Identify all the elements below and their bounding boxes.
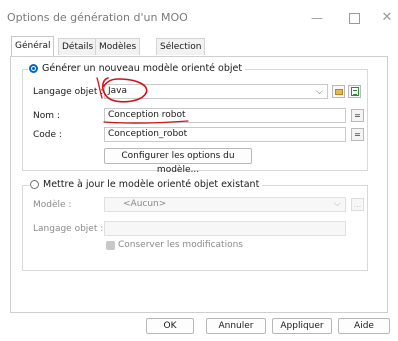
name-label: Nom : <box>33 111 60 121</box>
ok-button[interactable]: OK <box>146 318 194 334</box>
keep-changes-checkbox[interactable] <box>106 241 115 250</box>
name-equals-button[interactable]: = <box>351 109 364 122</box>
apply-button[interactable]: Appliquer <box>272 318 332 334</box>
language-value: Java <box>108 86 128 96</box>
name-field[interactable]: Conception robot <box>104 108 346 123</box>
model-chevron-down-icon[interactable]: ⌵ <box>334 199 341 209</box>
update-language-label: Langage objet : <box>33 224 104 234</box>
tab-details[interactable]: Détails <box>58 38 98 55</box>
radio-unselected-icon <box>30 180 39 189</box>
maximize-icon <box>348 13 360 24</box>
tab-selection[interactable]: Sélection <box>156 38 206 55</box>
minimize-button[interactable]: — <box>302 7 332 29</box>
properties-icon <box>351 87 359 96</box>
dialog-window: Options de génération d'un MOO — ✕ Génér… <box>0 0 398 341</box>
close-button[interactable]: ✕ <box>372 7 398 29</box>
generate-radio[interactable]: Générer un nouveau modèle orienté objet <box>28 63 246 74</box>
model-browse-button[interactable]: ... <box>351 198 364 211</box>
model-label: Modèle : <box>33 200 72 210</box>
generate-radio-label: Générer un nouveau modèle orienté objet <box>42 63 243 74</box>
chevron-down-icon[interactable]: ⌵ <box>316 87 323 97</box>
radio-selected-icon <box>29 64 38 73</box>
model-select[interactable]: <Aucun> <box>104 197 346 212</box>
code-label: Code : <box>33 130 62 140</box>
tab-general[interactable]: Général <box>11 36 55 56</box>
maximize-button[interactable] <box>339 7 369 29</box>
tab-target-models[interactable]: Modèles cible <box>95 38 141 68</box>
folder-icon <box>335 89 343 95</box>
code-equals-button[interactable]: = <box>351 128 364 141</box>
keep-changes-label: Conserver les modifications <box>118 240 243 250</box>
browse-folder-button[interactable] <box>332 85 345 98</box>
language-select[interactable]: Java <box>104 84 328 99</box>
title-bar: Options de génération d'un MOO — ✕ <box>0 0 398 36</box>
code-value: Conception_robot <box>108 129 188 139</box>
model-value: <Aucun> <box>123 199 167 209</box>
help-button[interactable]: Aide <box>338 318 390 334</box>
language-label: Langage objet : <box>33 87 104 97</box>
language-properties-button[interactable] <box>348 85 361 98</box>
close-icon: ✕ <box>381 10 393 25</box>
update-language-field[interactable] <box>104 221 346 236</box>
update-radio-label: Mettre à jour le modèle orienté objet ex… <box>43 179 260 190</box>
window-title: Options de génération d'un MOO <box>7 11 188 24</box>
cancel-button[interactable]: Annuler <box>206 318 266 334</box>
configure-options-button[interactable]: Configurer les options du modèle... <box>104 148 252 175</box>
code-field[interactable]: Conception_robot <box>104 127 346 142</box>
minimize-icon: — <box>311 11 323 25</box>
update-radio[interactable]: Mettre à jour le modèle orienté objet ex… <box>29 179 263 190</box>
name-value: Conception robot <box>108 110 186 120</box>
